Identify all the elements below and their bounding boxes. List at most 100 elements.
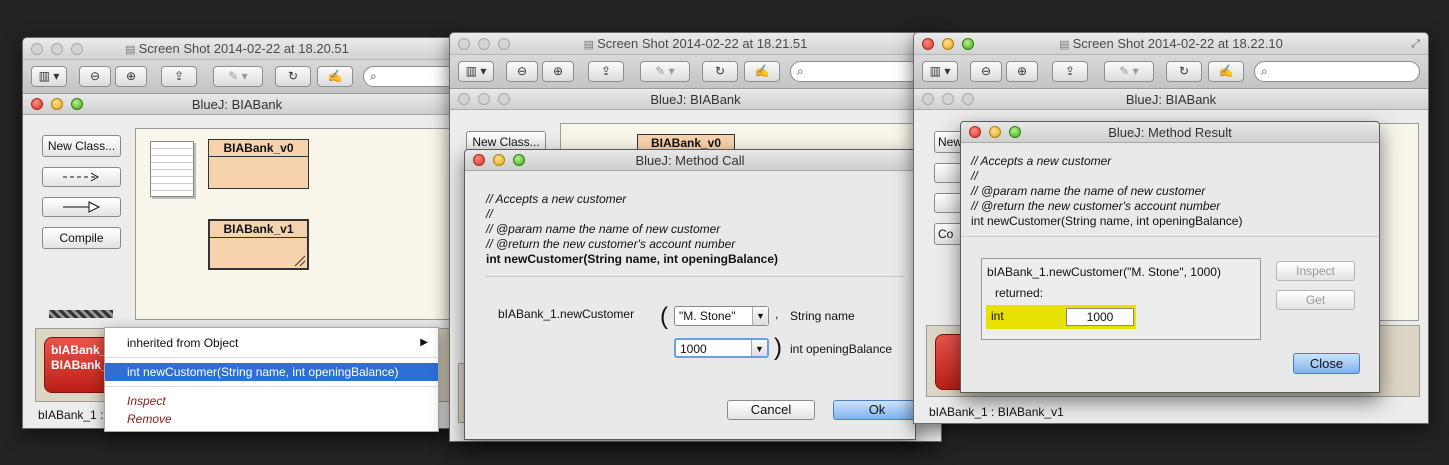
comment-line: // (486, 207, 493, 221)
rotate-icon: ↻ (287, 69, 299, 83)
bluej-minimize-button[interactable] (51, 98, 63, 110)
search-field[interactable]: ⌕ (363, 66, 451, 87)
annotate-button[interactable]: ✎ ▾ (1104, 61, 1154, 82)
menu-item-inherited[interactable]: inherited from Object ▶ (105, 334, 438, 352)
preview-toolbar: ▥ ▾ ⊖ ⊕ ⇪ ✎ ▾ ↻ ✍ ⌕ (914, 55, 1428, 89)
close-paren: ) (774, 334, 782, 361)
class-biabank-v1[interactable]: BIABank_v1 (208, 219, 309, 270)
inheritance-arrow-button[interactable] (42, 197, 121, 217)
new-class-button[interactable]: New Class... (42, 135, 121, 157)
bluej-titlebar: BlueJ: BIABank (23, 95, 451, 115)
zoom-in-button[interactable]: ⊕ (542, 61, 574, 82)
param-name-input[interactable]: "M. Stone" ▼ (674, 306, 769, 326)
zoom-in-icon: ⊕ (1016, 64, 1028, 78)
class-biabank-v0[interactable]: BIABank_v0 (208, 139, 309, 189)
edit-button[interactable]: ✍ (1208, 61, 1244, 82)
menu-item-remove[interactable]: Remove (105, 411, 438, 428)
inspect-button[interactable]: Inspect (1276, 261, 1355, 281)
zoom-in-icon: ⊕ (125, 69, 137, 83)
preview-toolbar: ▥ ▾ ⊖ ⊕ ⇪ ✎ ▾ ↻ ✍ ⌕ (23, 60, 451, 94)
result-row[interactable]: int 1000 (986, 305, 1136, 329)
bluej-zoom-button[interactable] (71, 98, 83, 110)
search-field[interactable]: ⌕ (790, 61, 920, 82)
dialog-zoom-button[interactable] (513, 154, 525, 166)
pen-icon: ✎ ▾ (228, 69, 248, 83)
sidebar-view-button[interactable]: ▥ ▾ (922, 61, 958, 82)
class-diagram-canvas: BIABank_v0 BIABank_v1 (135, 128, 451, 320)
dialog-minimize-button[interactable] (989, 126, 1001, 138)
compile-button[interactable]: Compile (42, 227, 121, 249)
share-icon: ⇪ (1064, 64, 1076, 78)
get-button[interactable]: Get (1276, 290, 1355, 310)
method-signature: int newCustomer(String name, int opening… (971, 214, 1243, 228)
bluej-titlebar: BlueJ: BIABank (914, 90, 1428, 110)
sidebar-view-button[interactable]: ▥ ▾ (458, 61, 494, 82)
annotate-button[interactable]: ✎ ▾ (213, 66, 263, 87)
close-button[interactable] (922, 38, 934, 50)
share-button[interactable]: ⇪ (161, 66, 197, 87)
bluej-close-button[interactable] (458, 93, 470, 105)
param-balance-input[interactable]: 1000 ▼ (674, 338, 769, 358)
dialog-close-button[interactable] (969, 126, 981, 138)
preview-toolbar: ▥ ▾ ⊖ ⊕ ⇪ ✎ ▾ ↻ ✍ ⌕ (450, 55, 941, 89)
param-name-label: String name (790, 309, 855, 323)
zoom-out-button[interactable]: ⊖ (970, 61, 1002, 82)
rotate-button[interactable]: ↻ (1166, 61, 1202, 82)
window-title: Screen Shot 2014-02-22 at 18.21.51 (597, 36, 808, 51)
dropdown-arrow-icon[interactable]: ▼ (752, 307, 768, 325)
minimize-button[interactable] (478, 38, 490, 50)
fullscreen-icon[interactable]: ⤢ (1411, 33, 1420, 55)
bluej-zoom-button[interactable] (498, 93, 510, 105)
search-field[interactable]: ⌕ (1254, 61, 1420, 82)
uses-arrow-button[interactable] (42, 167, 121, 187)
sidebar-view-button[interactable]: ▥ ▾ (31, 66, 67, 87)
call-prefix: bIABank_1.newCustomer (498, 307, 635, 321)
zoom-in-button[interactable]: ⊕ (1006, 61, 1038, 82)
bluej-minimize-button[interactable] (478, 93, 490, 105)
zoom-button[interactable] (498, 38, 510, 50)
zoom-out-button[interactable]: ⊖ (79, 66, 111, 87)
dialog-close-button[interactable] (473, 154, 485, 166)
share-button[interactable]: ⇪ (1052, 61, 1088, 82)
share-icon: ⇪ (173, 69, 185, 83)
resize-hatch-icon (294, 255, 306, 267)
bluej-close-button[interactable] (922, 93, 934, 105)
zoom-out-button[interactable]: ⊖ (506, 61, 538, 82)
rotate-button[interactable]: ↻ (702, 61, 738, 82)
search-icon: ⌕ (1261, 64, 1268, 78)
close-button[interactable]: Close (1293, 353, 1360, 374)
method-comment: // Accepts a new customer // // @param n… (971, 154, 1242, 229)
dialog-divider (485, 276, 905, 277)
search-icon: ⌕ (797, 64, 804, 78)
bluej-close-button[interactable] (31, 98, 43, 110)
bluej-minimize-button[interactable] (942, 93, 954, 105)
cancel-button[interactable]: Cancel (727, 400, 815, 420)
edit-button[interactable]: ✍ (744, 61, 780, 82)
method-result-titlebar: BlueJ: Method Result (961, 122, 1379, 143)
dialog-zoom-button[interactable] (1009, 126, 1021, 138)
rotate-button[interactable]: ↻ (275, 66, 311, 87)
ok-button[interactable]: Ok (833, 400, 915, 420)
zoom-button[interactable] (71, 43, 83, 55)
minimize-button[interactable] (942, 38, 954, 50)
menu-item-new-customer[interactable]: int newCustomer(String name, int opening… (105, 363, 438, 381)
zoom-button[interactable] (962, 38, 974, 50)
comma: , (775, 307, 779, 321)
share-button[interactable]: ⇪ (588, 61, 624, 82)
minimize-button[interactable] (51, 43, 63, 55)
zoom-out-icon: ⊖ (516, 64, 528, 78)
menu-item-inspect[interactable]: Inspect (105, 393, 438, 410)
dialog-minimize-button[interactable] (493, 154, 505, 166)
bluej-zoom-button[interactable] (962, 93, 974, 105)
bluej-titlebar: BlueJ: BIABank (450, 90, 941, 110)
annotate-button[interactable]: ✎ ▾ (640, 61, 690, 82)
window-2-titlebar: ▤ Screen Shot 2014-02-22 at 18.21.51 (450, 33, 941, 55)
zoom-in-button[interactable]: ⊕ (115, 66, 147, 87)
pen-icon: ✎ ▾ (655, 64, 675, 78)
close-button[interactable] (31, 43, 43, 55)
edit-button[interactable]: ✍ (317, 66, 353, 87)
method-result-dialog: BlueJ: Method Result // Accepts a new cu… (960, 121, 1380, 393)
dropdown-arrow-icon[interactable]: ▼ (751, 340, 767, 356)
close-button[interactable] (458, 38, 470, 50)
readme-note-icon[interactable] (150, 141, 194, 197)
